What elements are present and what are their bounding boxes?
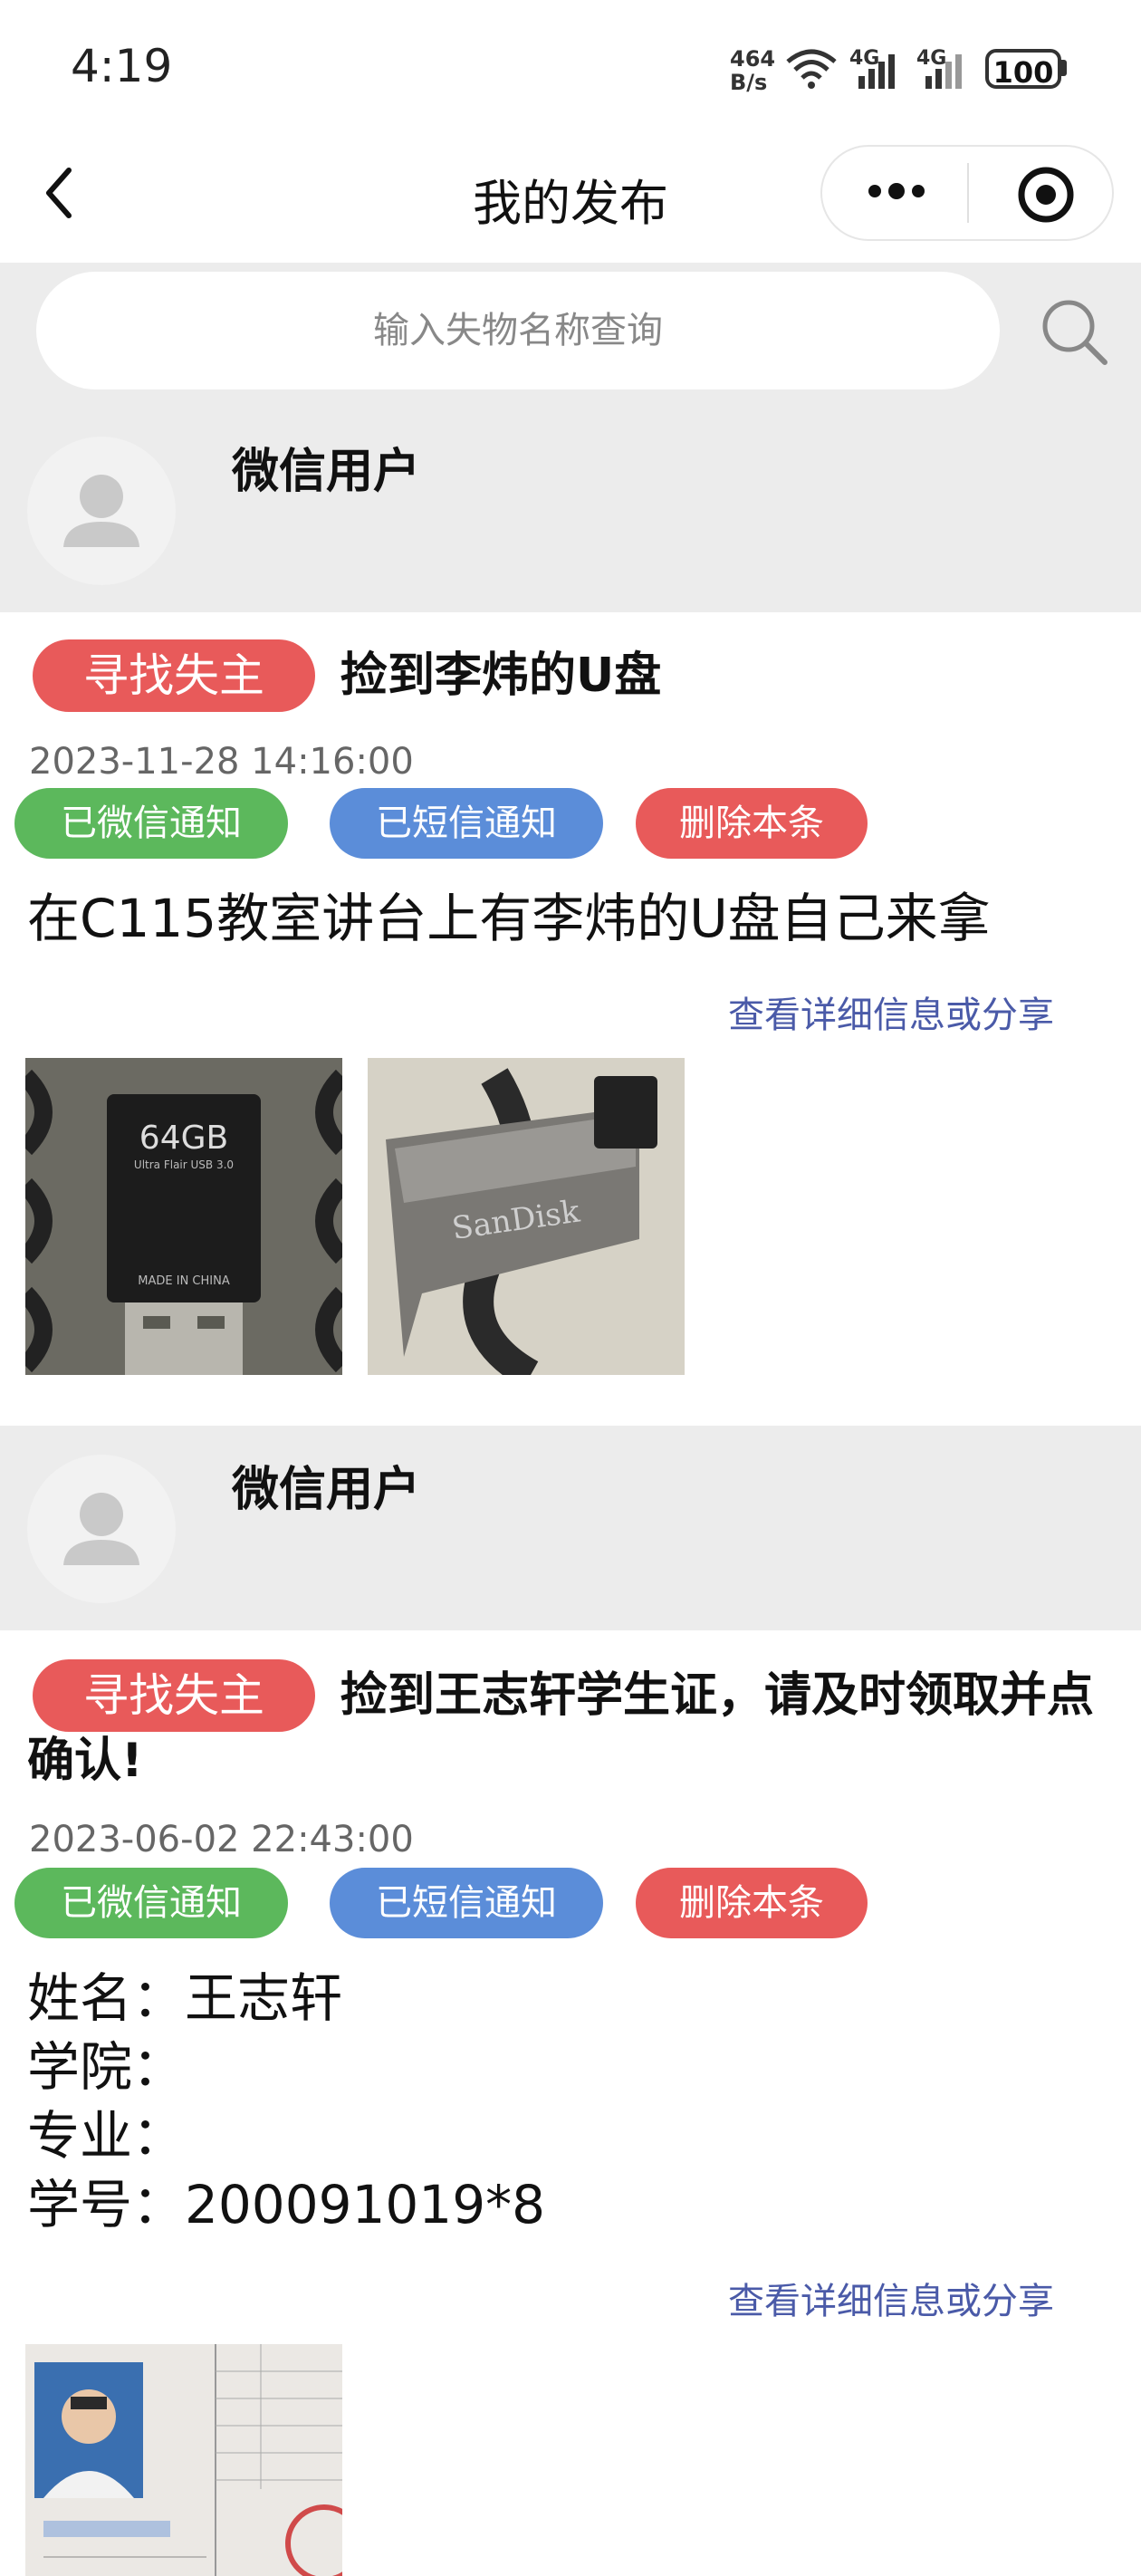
more-dots-icon[interactable] [860,168,933,214]
wechat-notified-button[interactable]: 已微信通知 [14,1868,288,1938]
usb-model-label: Ultra Flair USB 3.0 [134,1158,234,1171]
battery-tip [1061,60,1067,76]
usb-capacity-label: 64GB [139,1120,228,1157]
status-time: 4:19 [71,40,173,92]
search-input[interactable]: 输入失物名称查询 [36,272,1000,389]
wechat-notified-button[interactable]: 已微信通知 [14,788,288,859]
post-description: 在C115教室讲台上有李炜的U盘自己来拿 [27,888,991,949]
net-speed: 464 B/s [730,46,776,95]
post-date: 2023-06-02 22:43:00 [29,1819,414,1860]
usb-drive-photo: SanDisk [368,1058,685,1375]
share-link[interactable]: 查看详细信息或分享 [728,985,1054,1038]
post-image[interactable]: SanDisk [368,1058,685,1375]
signal-bars-icon-2 [925,54,962,89]
target-icon[interactable] [1014,163,1078,226]
user-placeholder-icon [63,475,139,547]
share-link[interactable]: 查看详细信息或分享 [728,2272,1054,2324]
delete-post-button[interactable]: 删除本条 [636,1868,868,1938]
user-name: 微信用户 [232,445,421,499]
user-name: 微信用户 [232,1463,421,1517]
wifi-icon [786,49,837,89]
battery-icon: 100 [985,49,1061,90]
student-card-photo [25,2344,342,2576]
post-date: 2023-11-28 14:16:00 [29,741,414,783]
avatar [27,1455,176,1603]
delete-post-button[interactable]: 删除本条 [636,788,868,859]
post-image[interactable]: 64GB Ultra Flair USB 3.0 MADE IN CHINA [25,1058,342,1375]
post-title: 捡到李炜的U盘 [340,649,662,703]
signal-bars-icon-1 [858,54,895,89]
usb-drive-photo: 64GB Ultra Flair USB 3.0 MADE IN CHINA [25,1058,342,1375]
avatar [27,437,176,585]
post-title: 捡到王志轩学生证，请及时领取并点确认! [27,1668,1095,1788]
post-description: 姓名：王志轩 学院： 专业： 学号：200091019*8 [27,1967,546,2235]
status-badge: 寻找失主 [33,639,315,712]
sms-notified-button[interactable]: 已短信通知 [330,788,603,859]
capsule-divider [967,163,969,223]
usb-origin-label: MADE IN CHINA [138,1274,230,1288]
user-placeholder-icon [63,1493,139,1565]
search-icon[interactable] [1038,295,1110,368]
post-image[interactable] [25,2344,342,2576]
sms-notified-button[interactable]: 已短信通知 [330,1868,603,1938]
